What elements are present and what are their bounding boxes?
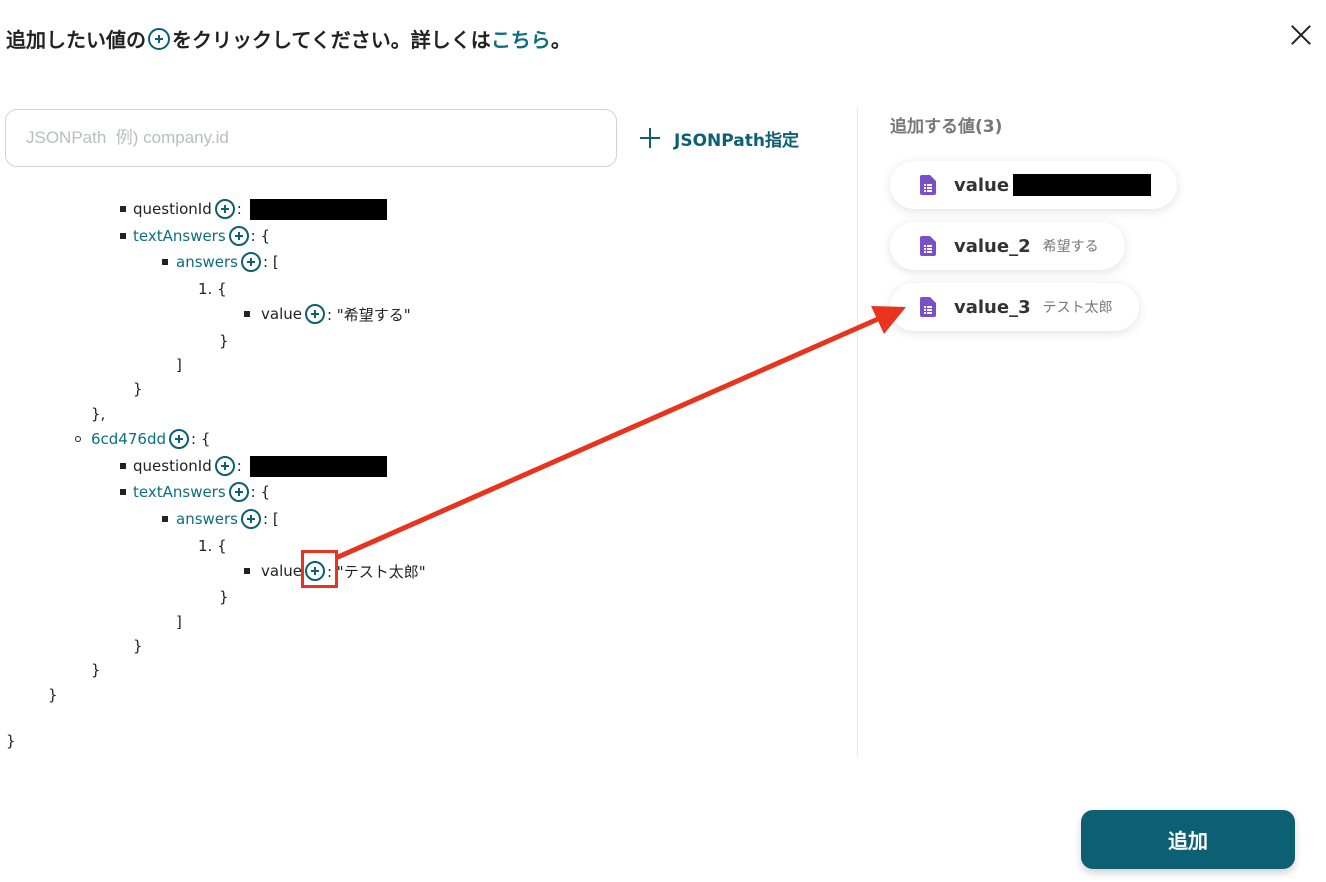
annotation-arrow bbox=[335, 306, 906, 560]
add-button[interactable]: 追加 bbox=[1081, 810, 1295, 869]
